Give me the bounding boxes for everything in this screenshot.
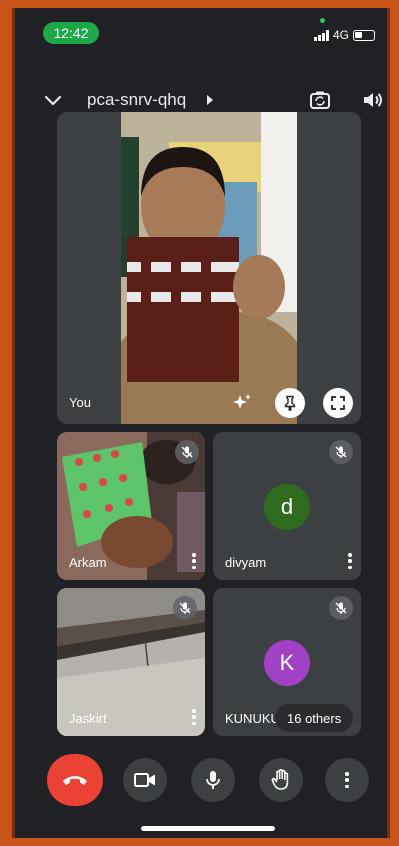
mic-muted-badge bbox=[329, 596, 353, 620]
participant-name: divyam bbox=[225, 555, 267, 570]
more-options-button[interactable] bbox=[325, 758, 369, 802]
effects-sparkle-icon[interactable] bbox=[231, 392, 253, 414]
raise-hand-button[interactable] bbox=[259, 758, 303, 802]
video-camera-icon bbox=[134, 773, 155, 787]
participant-tile-divyam[interactable]: d divyam bbox=[213, 432, 361, 580]
pin-button[interactable] bbox=[275, 388, 305, 418]
self-video-feed bbox=[121, 112, 297, 424]
raise-hand-icon bbox=[271, 769, 289, 790]
pin-icon bbox=[284, 395, 296, 411]
mic-muted-badge bbox=[329, 440, 353, 464]
microphone-icon bbox=[206, 771, 220, 789]
camera-flip-icon[interactable] bbox=[309, 89, 331, 111]
more-options-icon[interactable] bbox=[191, 709, 197, 725]
hang-up-icon bbox=[63, 776, 87, 785]
mic-off-icon bbox=[335, 446, 347, 458]
speaker-icon[interactable] bbox=[361, 89, 383, 111]
caret-right-icon[interactable] bbox=[205, 94, 215, 106]
self-label: You bbox=[69, 395, 91, 410]
status-bar: 12:42 4G bbox=[15, 8, 387, 54]
mic-off-icon bbox=[181, 446, 193, 458]
fullscreen-icon bbox=[331, 396, 345, 410]
participant-name: Jaskirt bbox=[69, 711, 107, 726]
status-icons: 4G bbox=[313, 28, 375, 42]
end-call-button[interactable] bbox=[47, 754, 103, 806]
more-options-icon[interactable] bbox=[191, 553, 197, 569]
avatar: d bbox=[264, 484, 310, 530]
avatar: K bbox=[264, 640, 310, 686]
network-type: 4G bbox=[332, 28, 349, 42]
meeting-code[interactable]: pca-snrv-qhq bbox=[87, 90, 186, 110]
fullscreen-button[interactable] bbox=[323, 388, 353, 418]
battery-icon bbox=[353, 29, 375, 41]
microphone-button[interactable] bbox=[191, 758, 235, 802]
call-controls bbox=[15, 754, 387, 810]
home-indicator[interactable] bbox=[141, 826, 275, 831]
chevron-down-icon[interactable] bbox=[43, 90, 63, 110]
phone-screen: 12:42 4G pca-snrv-qhq You Arkam d divyam… bbox=[12, 8, 390, 838]
camera-button[interactable] bbox=[123, 758, 167, 802]
self-video-tile[interactable]: You bbox=[57, 112, 361, 424]
privacy-indicator-dot bbox=[320, 18, 325, 23]
participant-name: Arkam bbox=[69, 555, 107, 570]
mic-muted-badge bbox=[175, 440, 199, 464]
more-options-icon[interactable] bbox=[347, 553, 353, 569]
status-time: 12:42 bbox=[43, 22, 99, 44]
mic-muted-badge bbox=[173, 596, 197, 620]
mic-off-icon bbox=[335, 602, 347, 614]
self-video-image bbox=[121, 112, 297, 424]
mic-off-icon bbox=[179, 602, 191, 614]
participant-tile-jaskirt[interactable]: Jaskirt bbox=[57, 588, 205, 736]
others-count-pill[interactable]: 16 others bbox=[275, 704, 354, 732]
signal-icon bbox=[313, 29, 329, 41]
more-vertical-icon bbox=[344, 772, 350, 788]
participant-tile-arkam[interactable]: Arkam bbox=[57, 432, 205, 580]
